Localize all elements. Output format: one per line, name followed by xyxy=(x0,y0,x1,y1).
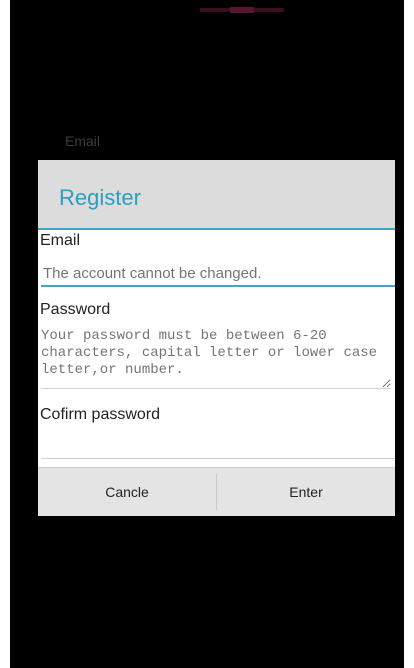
password-field[interactable] xyxy=(41,328,391,389)
cancel-button[interactable]: Cancle xyxy=(38,468,216,516)
status-indicator xyxy=(200,7,284,13)
app-screen: Email Register Email Password Cofirm pas… xyxy=(10,0,404,668)
enter-button[interactable]: Enter xyxy=(217,468,395,516)
dialog-title: Register xyxy=(59,185,141,210)
confirm-password-label: Cofirm password xyxy=(40,406,161,423)
status-indicator-dot xyxy=(230,7,254,13)
confirm-password-field[interactable] xyxy=(41,426,395,459)
background-email-label: Email xyxy=(65,133,101,149)
email-label: Email xyxy=(40,232,81,249)
dialog-footer: Cancle Enter xyxy=(38,467,395,516)
dialog-header: Register xyxy=(38,160,395,230)
password-label: Password xyxy=(40,301,111,318)
dialog-body: Email Password Cofirm password xyxy=(38,230,395,468)
register-dialog: Register Email Password Cofirm password … xyxy=(38,160,395,516)
email-field[interactable] xyxy=(41,261,395,287)
